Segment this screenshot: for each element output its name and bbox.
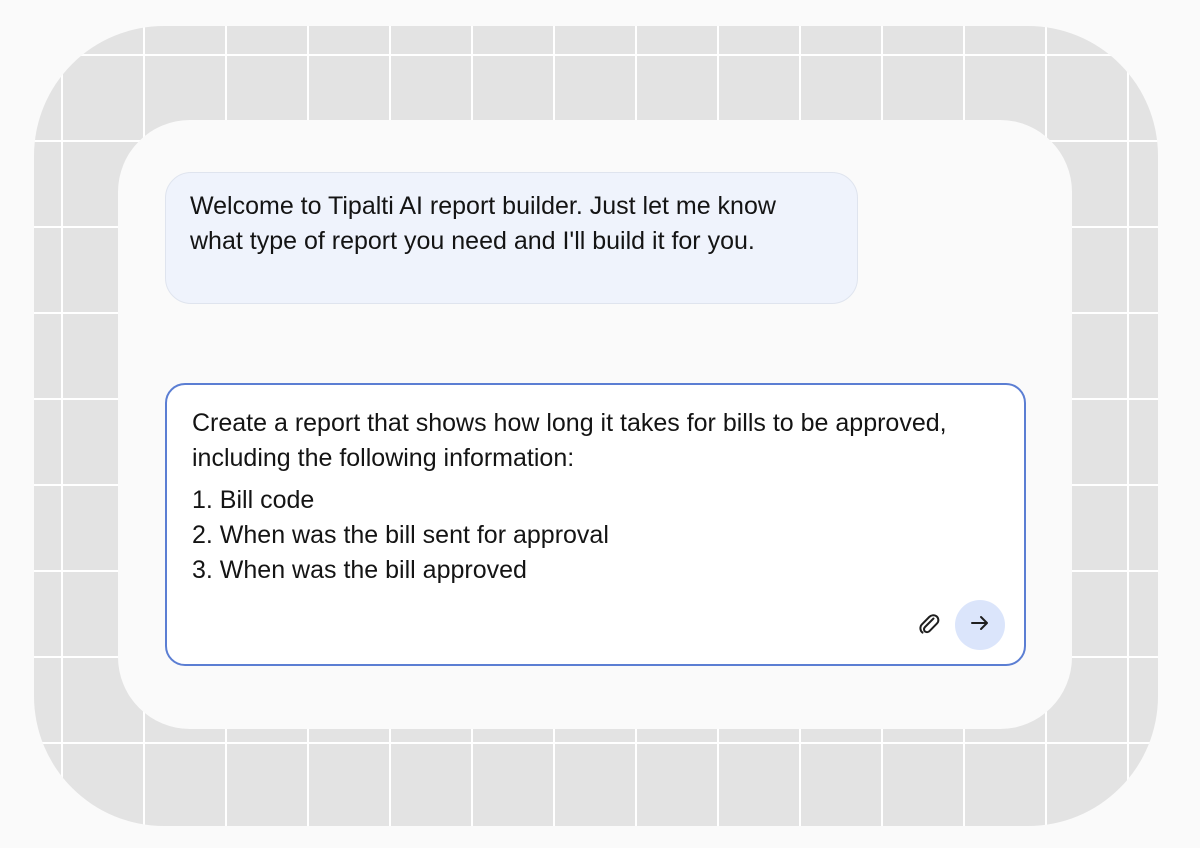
prompt-list-item: 1. Bill code — [192, 486, 315, 514]
prompt-intro-text: Create a report that shows how long it t… — [192, 409, 947, 472]
paperclip-icon — [918, 611, 940, 642]
arrow-right-icon — [969, 612, 991, 639]
prompt-input[interactable]: Create a report that shows how long it t… — [165, 383, 1026, 666]
send-button[interactable] — [955, 600, 1005, 650]
prompt-list-item: 2. When was the bill sent for approval — [192, 521, 609, 549]
bot-message-text: Welcome to Tipalti AI report builder. Ju… — [190, 192, 776, 255]
bot-message-bubble: Welcome to Tipalti AI report builder. Ju… — [165, 172, 858, 304]
prompt-list-item: 3. When was the bill approved — [192, 556, 527, 584]
attach-button[interactable] — [914, 611, 944, 641]
prompt-list: 1. Bill code 2. When was the bill sent f… — [192, 483, 999, 588]
stage: Welcome to Tipalti AI report builder. Ju… — [0, 0, 1200, 848]
